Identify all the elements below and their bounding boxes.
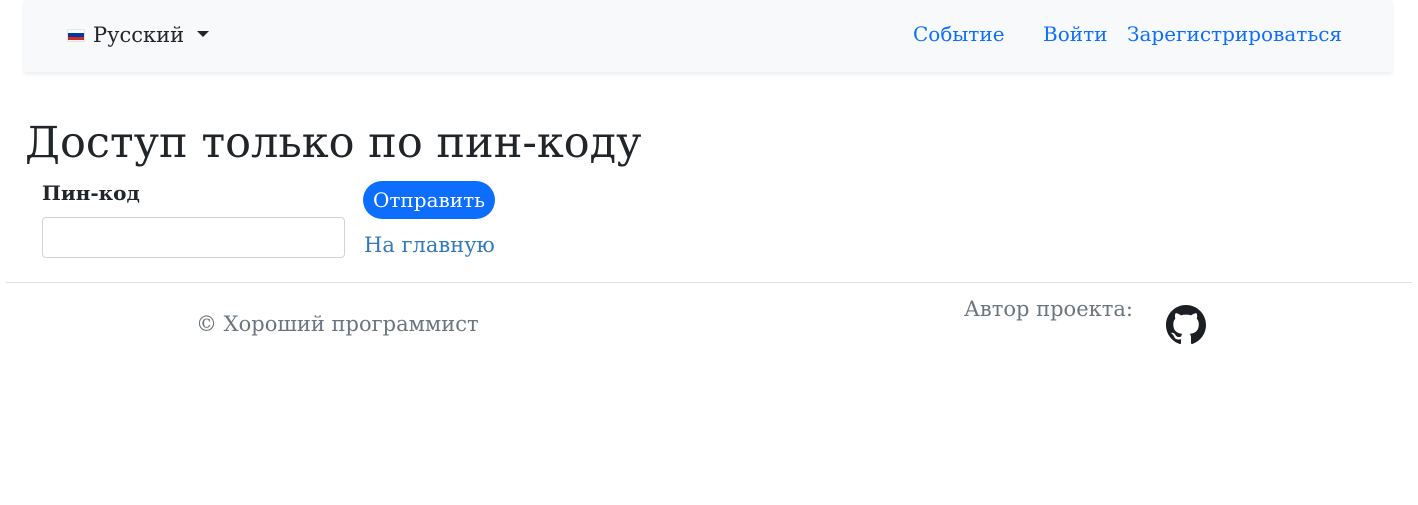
- pin-input[interactable]: [42, 217, 345, 258]
- pin-label: Пин-код: [42, 181, 140, 205]
- nav-link-login[interactable]: Войти: [1043, 22, 1107, 46]
- nav-link-event[interactable]: Событие: [913, 22, 1005, 46]
- submit-button[interactable]: Отправить: [363, 181, 495, 219]
- github-link[interactable]: [1166, 305, 1206, 345]
- language-dropdown[interactable]: Русский: [67, 21, 210, 49]
- footer-divider: [6, 282, 1412, 283]
- chevron-down-icon: [197, 31, 210, 37]
- github-icon: [1166, 305, 1206, 345]
- page-title: Доступ только по пин-коду: [25, 118, 642, 168]
- top-navbar: Русский Событие Войти Зарегистрироваться: [24, 0, 1392, 72]
- copyright-text: © Хороший программист: [196, 312, 479, 336]
- language-label: Русский: [93, 23, 185, 47]
- russia-flag-icon: [67, 28, 85, 42]
- nav-link-register[interactable]: Зарегистрироваться: [1127, 22, 1342, 46]
- home-link[interactable]: На главную: [364, 233, 495, 257]
- author-label: Автор проекта:: [964, 297, 1133, 321]
